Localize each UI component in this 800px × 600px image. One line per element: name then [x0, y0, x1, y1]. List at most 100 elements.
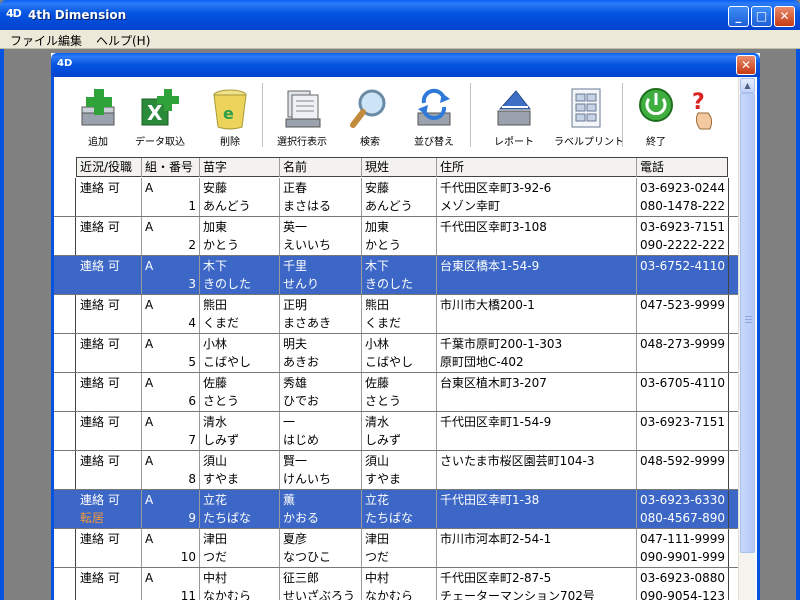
cell-gensei: 中村 なかむら [362, 568, 437, 600]
table-row[interactable]: 連絡 可 A 1 安藤 あんどう 正春 まさはる 安藤 あんどう 千代田区幸町3-92-6 メゾン幸… [54, 178, 738, 217]
cell-gensei_kana: あんどう [365, 199, 413, 213]
cell-sei_kana: すやま [203, 472, 240, 486]
cell-group: A [145, 493, 154, 507]
cell-sei: 佐藤 さとう [200, 373, 280, 411]
table-row[interactable]: 連絡 可 A 8 須山 すやま 賢一 けんいち 須山 すやま さいたま市桜区園芸町104-3 048… [54, 451, 738, 490]
inner-frame-right [757, 77, 760, 600]
cell-sei: 立花 [203, 493, 228, 507]
import-label: データ取込 [135, 137, 185, 148]
cell-gensei: 木下 [365, 259, 390, 273]
search-button[interactable]: 検索 [338, 83, 402, 153]
cell-tel1: 03-6705-4110 [640, 376, 726, 390]
delete-button[interactable]: e 削除 [198, 83, 262, 153]
row-right-margin [728, 373, 738, 411]
row-right-margin [728, 412, 738, 450]
menu-file[interactable]: ファイル [10, 32, 58, 49]
cell-gensei: 立花 たちばな [362, 490, 437, 528]
cell-tel1: 03-6923-6330 [640, 493, 726, 507]
menu-help[interactable]: ヘルプ(H) [96, 32, 150, 49]
cell-addr2 [440, 509, 633, 527]
table-row[interactable]: 連絡 可 A 5 小林 こばやし 明夫 あきお 小林 こばやし 千葉市原町200-1-303 原町団… [54, 334, 738, 373]
cell-sei_kana: つだ [203, 550, 228, 564]
close-app-button[interactable]: ✕ [774, 6, 795, 27]
quit-button[interactable]: 終了 [624, 83, 688, 153]
cell-group: A9 [142, 490, 200, 528]
table-row[interactable]: 連絡 可 A 2 加東 かとう 英一 えいいち 加東 かとう 千代田区幸町3-108 03-6923… [54, 217, 738, 256]
cell-tel2 [640, 275, 725, 293]
scroll-thumb[interactable] [740, 93, 755, 553]
table-row[interactable]: 連絡 可 A 3 木下 きのした 千里 せんり 木下 きのした 台東区橋本1-54-9 03-675… [54, 256, 738, 295]
col-status[interactable]: 近況/役職 [77, 158, 142, 177]
cell-sei: 清水 [203, 415, 228, 429]
add-button[interactable]: 追加 [66, 83, 130, 153]
cell-mei: 秀雄 [283, 376, 308, 390]
row-right-margin [728, 295, 738, 333]
menu-edit[interactable]: 編集 [58, 32, 82, 49]
show-selection-button[interactable]: 選択行表示 [270, 83, 334, 153]
cell-status: 連絡 可 [80, 415, 120, 429]
cell-addr2 [440, 392, 633, 410]
cell-status: 連絡 可 [80, 259, 120, 273]
cell-addr2 [440, 431, 633, 449]
thumb-grip [745, 316, 752, 317]
cell-num: 6 [188, 394, 196, 408]
show-selection-icon [280, 87, 324, 131]
col-phone[interactable]: 電話 [637, 158, 729, 177]
cell-memo [80, 353, 138, 371]
cell-group: A1 [142, 178, 200, 216]
cell-gensei: 熊田 くまだ [362, 295, 437, 333]
cell-tel2 [640, 314, 725, 332]
cell-gensei_kana: かとう [365, 238, 402, 252]
table-row[interactable]: 連絡 可 A 6 佐藤 さとう 秀雄 ひでお 佐藤 さとう 台東区植木町3-207 03-6705-… [54, 373, 738, 412]
cell-num: 1 [188, 199, 196, 213]
minimize-button[interactable]: _ [728, 6, 749, 27]
delete-label: 削除 [220, 137, 240, 148]
cell-status: 連絡 可 [80, 298, 120, 312]
cell-group: A4 [142, 295, 200, 333]
row-left-margin [54, 295, 76, 333]
cell-group: A3 [142, 256, 200, 294]
col-mei[interactable]: 名前 [280, 158, 362, 177]
vertical-scrollbar[interactable]: ▲ [738, 77, 755, 600]
table-row[interactable]: 連絡 可 A 7 清水 しみず一はじめ 清水 しみず 千代田区幸町1-54-9 03-6923-… [54, 412, 738, 451]
cell-tel: 048-592-9999 [637, 451, 728, 489]
cell-mei_kana: せんり [283, 277, 320, 291]
scroll-up-icon[interactable]: ▲ [740, 78, 755, 93]
cell-mei: 明夫 あきお [280, 334, 362, 372]
col-group[interactable]: 組・番号 [142, 158, 200, 177]
cell-tel2 [640, 392, 725, 410]
row-left-margin [54, 334, 76, 372]
report-button[interactable]: レポート [482, 83, 546, 153]
help-button[interactable]: ? [680, 83, 724, 153]
row-left-margin [54, 568, 76, 600]
cell-status: 連絡 可 [77, 568, 142, 600]
table-row[interactable]: 連絡 可 A 10 津田 つだ 夏彦 なつひこ 津田 つだ 市川市河本町2-54-1 047-111… [54, 529, 738, 568]
col-address[interactable]: 住所 [437, 158, 637, 177]
maximize-button[interactable]: □ [751, 6, 772, 27]
sort-button[interactable]: 並び替え [402, 83, 466, 153]
cell-gensei: 立花 [365, 493, 390, 507]
record-table: 近況/役職 組・番号 苗字 名前 現姓 住所 電話 連絡 可 A 1 安藤 あんどう 正春… [54, 157, 738, 600]
cell-tel: 03-6923-6330 080-4567-890 [637, 490, 728, 528]
table-row[interactable]: 連絡 可 A 4 熊田 くまだ 正明 まさあき 熊田 くまだ 市川市大橋200-1 047-523-… [54, 295, 738, 334]
cell-mei: 一はじめ [280, 412, 362, 450]
cell-tel1: 048-273-9999 [640, 337, 726, 351]
import-button[interactable]: X データ取込 [128, 83, 192, 153]
cell-sei: 中村 [203, 571, 228, 585]
cell-num: 7 [188, 433, 196, 447]
cell-gensei_kana: こばやし [365, 355, 414, 369]
cell-addr1: さいたま市桜区園芸町104-3 [440, 454, 595, 468]
menu-bar: ファイル 編集 ヘルプ(H) [0, 30, 800, 49]
label-print-button[interactable]: ラベルプリント [554, 83, 624, 153]
cell-sei_kana: こばやし [203, 355, 252, 369]
table-row[interactable]: 連絡 可 A 11 中村 なかむら 征三郎 せいざぶろう 中村 なかむら 千代田区幸町2-87-5… [54, 568, 738, 600]
cell-mei: 秀雄 ひでお [280, 373, 362, 411]
table-row[interactable]: 連絡 可転居 A 9 立花 たちばな薫かおる 立花 たちばな 千代田区幸町1-38 03-692… [54, 490, 738, 529]
close-window-button[interactable]: ✕ [736, 55, 756, 75]
cell-group: A2 [142, 217, 200, 255]
cell-gensei_kana: たちばな [365, 511, 414, 525]
row-left-margin [54, 529, 76, 567]
col-gensei[interactable]: 現姓 [362, 158, 437, 177]
cell-gensei: 木下 きのした [362, 256, 437, 294]
col-sei[interactable]: 苗字 [200, 158, 280, 177]
